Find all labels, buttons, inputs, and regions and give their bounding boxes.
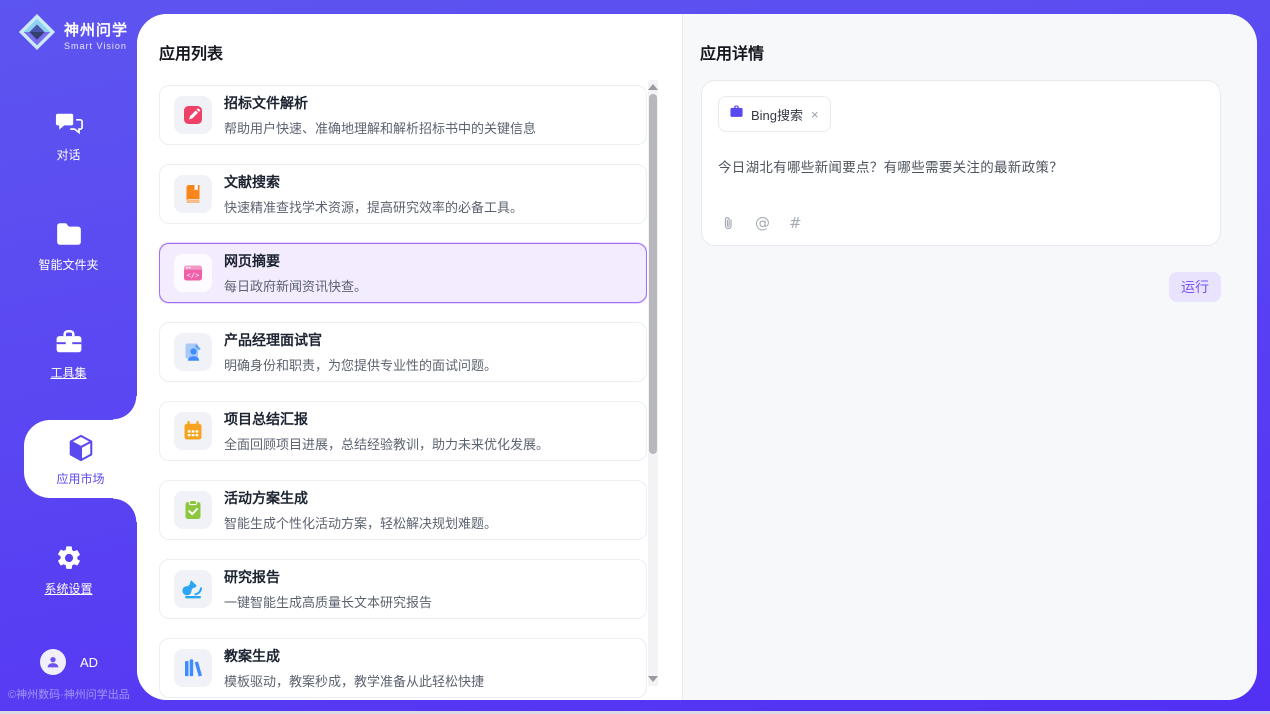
scrollbar-thumb[interactable] <box>649 94 657 454</box>
app-item-name: 研究报告 <box>224 567 432 587</box>
app-item-description: 快速精准查找学术资源，提高研究效率的必备工具。 <box>224 197 523 216</box>
sidebar-item-label: 对话 <box>56 148 80 162</box>
prompt-card: Bing搜索 × 今日湖北有哪些新闻要点？有哪些需要关注的最新政策？ @ # <box>701 80 1221 246</box>
microscope-icon <box>174 570 212 608</box>
briefcase-icon <box>729 104 744 124</box>
folder-icon <box>55 220 83 248</box>
app-detail-panel: 应用详情 Bing搜索 × 今日湖北有哪些新闻要点？有哪些需要关注的最新政策？ <box>683 14 1257 700</box>
at-mention-icon[interactable]: @ <box>755 214 770 232</box>
app-list-panel: 应用列表 招标文件解析帮助用户快速、准确地理解和解析招标书中的关键信息文献搜索快… <box>137 14 683 700</box>
sidebar-item-smart-folder[interactable]: 智能文件夹 <box>0 220 137 274</box>
sidebar-item-toolset[interactable]: 工具集 <box>0 328 137 382</box>
logo-title: 神州问学 <box>64 19 128 40</box>
app-item-name: 网页摘要 <box>224 251 367 271</box>
app-detail-title: 应用详情 <box>700 40 764 64</box>
app-item-name: 项目总结汇报 <box>224 409 549 429</box>
sidebar-item-label: 工具集 <box>50 366 86 380</box>
hash-icon[interactable]: # <box>789 214 802 232</box>
app-list-item[interactable]: </> 网页摘要每日政府新闻资讯快查。 <box>159 243 647 303</box>
paperclip-icon[interactable] <box>720 215 736 231</box>
sidebar-item-label: 系统设置 <box>44 582 92 596</box>
app-item-texts: 招标文件解析帮助用户快速、准确地理解和解析招标书中的关键信息 <box>224 93 536 137</box>
logo-subtitle: Smart Vision <box>64 41 128 51</box>
tab-curve-bottom <box>113 498 137 522</box>
copyright-text: ©神州数码·神州问学出品 <box>8 686 145 702</box>
books-icon <box>174 649 212 687</box>
sidebar-item-label: 应用市场 <box>56 472 104 486</box>
app-item-texts: 研究报告一键智能生成高质量长文本研究报告 <box>224 567 432 611</box>
app-list-item[interactable]: 活动方案生成智能生成个性化活动方案，轻松解决规划难题。 <box>159 480 647 540</box>
app-list-title: 应用列表 <box>159 40 223 64</box>
cube-icon <box>67 434 95 462</box>
app-item-name: 招标文件解析 <box>224 93 536 113</box>
calendar-icon <box>174 412 212 450</box>
run-button[interactable]: 运行 <box>1169 272 1221 302</box>
logo-diamond-icon <box>18 13 56 56</box>
sidebar-item-app-market[interactable]: 应用市场 <box>24 420 137 498</box>
app-item-description: 一键智能生成高质量长文本研究报告 <box>224 592 432 611</box>
close-icon[interactable]: × <box>810 108 820 121</box>
app-item-texts: 项目总结汇报全面回顾项目进展，总结经验教训，助力未来优化发展。 <box>224 409 549 453</box>
application-window: 神州问学 Smart Vision 对话智能文件夹工具集应用市场系统设置 AD … <box>0 0 1270 714</box>
query-text[interactable]: 今日湖北有哪些新闻要点？有哪些需要关注的最新政策？ <box>718 156 1204 176</box>
app-item-description: 全面回顾项目进展，总结经验教训，助力未来优化发展。 <box>224 434 549 453</box>
book-icon <box>174 175 212 213</box>
clipboard-check-icon <box>174 491 212 529</box>
app-list-item[interactable]: 研究报告一键智能生成高质量长文本研究报告 <box>159 559 647 619</box>
user-name: AD <box>80 655 98 670</box>
scrollbar[interactable] <box>648 80 658 686</box>
tool-tag-label: Bing搜索 <box>751 105 803 124</box>
app-item-name: 教案生成 <box>224 646 484 666</box>
app-item-description: 模板驱动，教案秒成，教学准备从此轻松快捷 <box>224 671 484 690</box>
app-item-description: 明确身份和职责，为您提供专业性的面试问题。 <box>224 355 497 374</box>
app-item-texts: 文献搜索快速精准查找学术资源，提高研究效率的必备工具。 <box>224 172 523 216</box>
sidebar: 神州问学 Smart Vision 对话智能文件夹工具集应用市场系统设置 AD … <box>0 0 137 711</box>
app-list-item[interactable]: 招标文件解析帮助用户快速、准确地理解和解析招标书中的关键信息 <box>159 85 647 145</box>
app-logo: 神州问学 Smart Vision <box>18 13 128 56</box>
content-panel: 应用列表 招标文件解析帮助用户快速、准确地理解和解析招标书中的关键信息文献搜索快… <box>137 14 1257 700</box>
avatar[interactable] <box>40 649 66 675</box>
app-list-item[interactable]: 产品经理面试官明确身份和职责，为您提供专业性的面试问题。 <box>159 322 647 382</box>
app-list: 招标文件解析帮助用户快速、准确地理解和解析招标书中的关键信息文献搜索快速精准查找… <box>159 85 647 700</box>
app-background: 神州问学 Smart Vision 对话智能文件夹工具集应用市场系统设置 AD … <box>0 0 1270 711</box>
app-item-texts: 网页摘要每日政府新闻资讯快查。 <box>224 251 367 295</box>
sidebar-item-settings[interactable]: 系统设置 <box>0 544 137 598</box>
app-item-description: 智能生成个性化活动方案，轻松解决规划难题。 <box>224 513 497 532</box>
toolbox-icon <box>55 328 83 356</box>
app-item-description: 帮助用户快速、准确地理解和解析招标书中的关键信息 <box>224 118 536 137</box>
app-list-item[interactable]: 文献搜索快速精准查找学术资源，提高研究效率的必备工具。 <box>159 164 647 224</box>
pen-square-icon <box>174 96 212 134</box>
sidebar-item-chat[interactable]: 对话 <box>0 110 137 164</box>
sidebar-item-label: 智能文件夹 <box>38 258 98 272</box>
app-item-name: 活动方案生成 <box>224 488 497 508</box>
input-toolbar: @ # <box>720 214 802 232</box>
user-row[interactable]: AD <box>40 649 98 675</box>
app-item-texts: 产品经理面试官明确身份和职责，为您提供专业性的面试问题。 <box>224 330 497 374</box>
app-item-description: 每日政府新闻资讯快查。 <box>224 276 367 295</box>
scroll-down-icon[interactable] <box>648 676 658 682</box>
interviewer-icon <box>174 333 212 371</box>
app-item-name: 文献搜索 <box>224 172 523 192</box>
browser-code-icon: </> <box>174 254 212 292</box>
svg-text:</>: </> <box>187 272 200 280</box>
app-item-name: 产品经理面试官 <box>224 330 497 350</box>
scroll-up-icon[interactable] <box>648 84 658 90</box>
app-list-item[interactable]: 教案生成模板驱动，教案秒成，教学准备从此轻松快捷 <box>159 638 647 698</box>
app-item-texts: 教案生成模板驱动，教案秒成，教学准备从此轻松快捷 <box>224 646 484 690</box>
chat-icon <box>55 110 83 138</box>
tab-curve-top <box>113 396 137 420</box>
gear-icon <box>55 544 83 572</box>
app-item-texts: 活动方案生成智能生成个性化活动方案，轻松解决规划难题。 <box>224 488 497 532</box>
tool-tag-bing-search[interactable]: Bing搜索 × <box>718 96 831 132</box>
app-list-item[interactable]: 项目总结汇报全面回顾项目进展，总结经验教训，助力未来优化发展。 <box>159 401 647 461</box>
